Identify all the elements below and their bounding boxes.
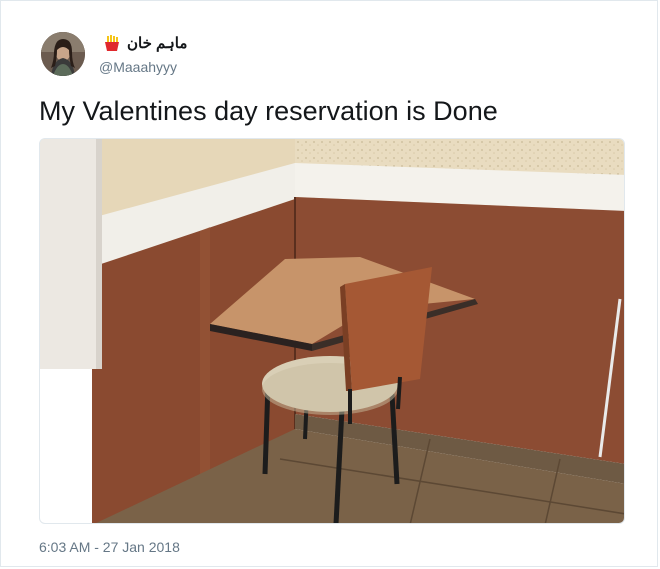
tweet-photo bbox=[40, 139, 624, 523]
avatar-photo bbox=[41, 32, 85, 76]
tweet-timestamp[interactable]: 6:03 AM - 27 Jan 2018 bbox=[39, 539, 180, 555]
tweet-card: ماہم خان @Maaahyyy My Valentines day res… bbox=[0, 0, 658, 567]
display-name-row[interactable]: ماہم خان bbox=[103, 34, 187, 52]
display-name: ماہم خان bbox=[127, 35, 188, 52]
tweet-text: My Valentines day reservation is Done bbox=[39, 96, 498, 126]
avatar[interactable] bbox=[41, 32, 85, 76]
tweet-image[interactable] bbox=[39, 138, 625, 524]
fries-icon bbox=[103, 34, 121, 52]
user-handle[interactable]: @Maaahyyy bbox=[99, 59, 177, 75]
